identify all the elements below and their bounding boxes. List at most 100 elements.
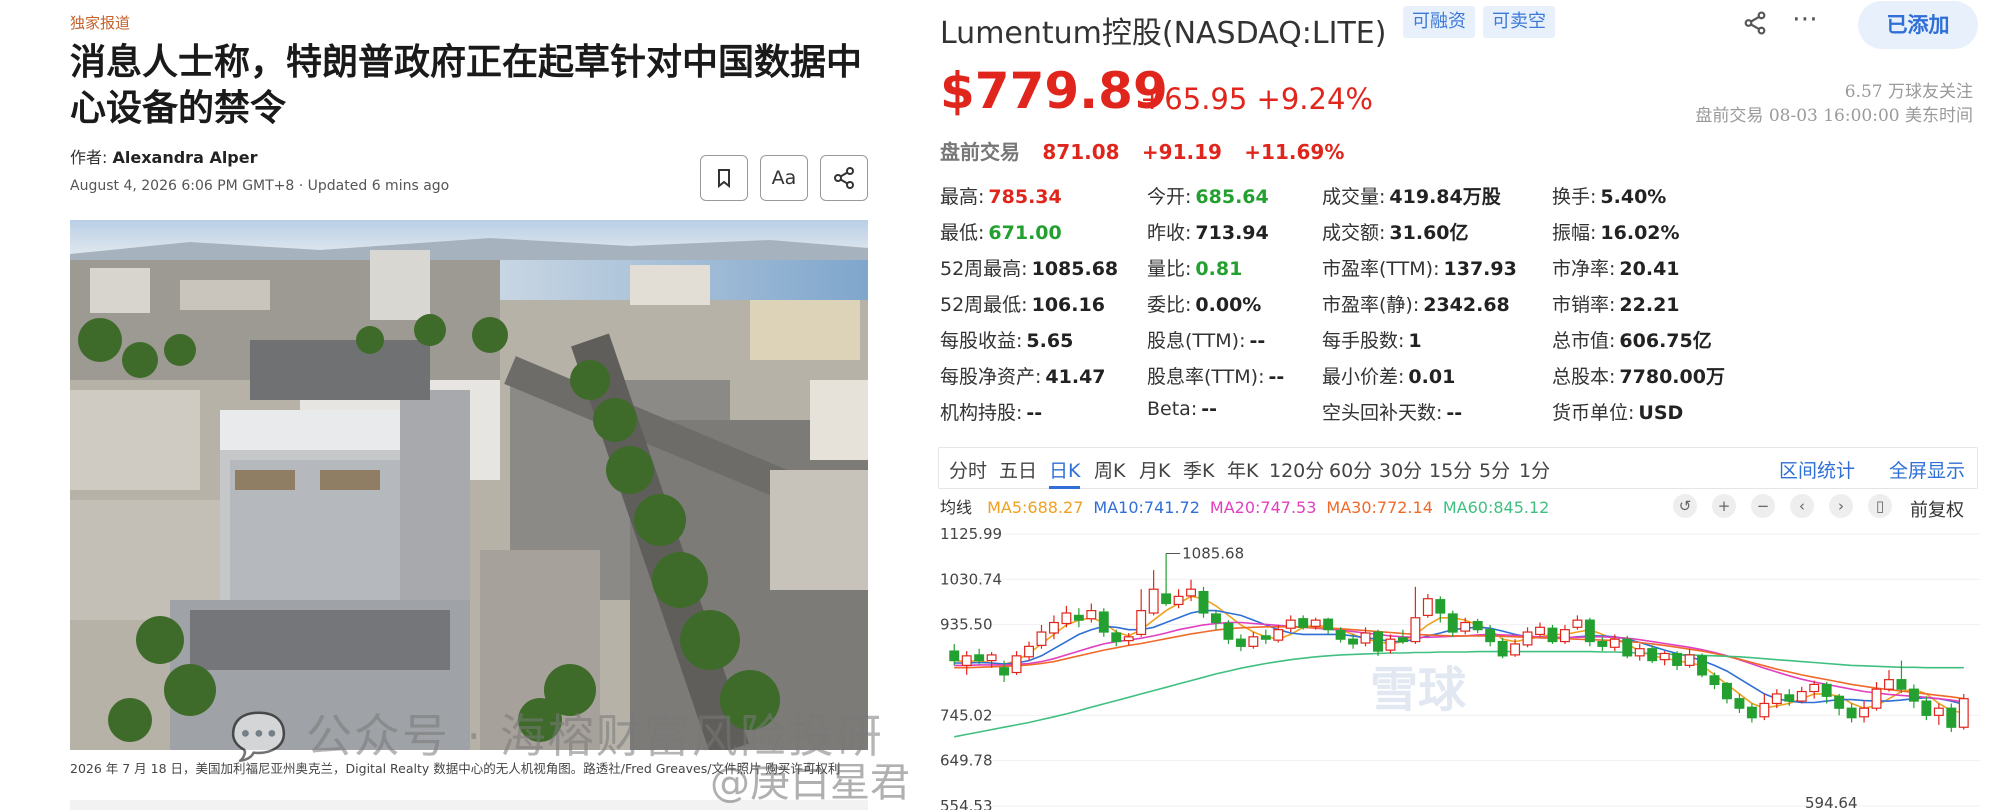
candle-body bbox=[974, 654, 985, 662]
candle-toggle-icon[interactable]: ▯ bbox=[1868, 494, 1892, 518]
y-tick-label: 1030.74 bbox=[940, 570, 1002, 588]
exclusive-tag[interactable]: 独家报道 bbox=[70, 12, 130, 33]
quote-key: 每股净资产: bbox=[940, 366, 1042, 388]
tab-period[interactable]: 5分 bbox=[1479, 456, 1510, 483]
author-name[interactable]: Alexandra Alper bbox=[113, 148, 258, 167]
tab-period[interactable]: 月K bbox=[1139, 456, 1170, 483]
font-size-button[interactable]: Aa bbox=[760, 155, 808, 201]
tab-period[interactable]: 分时 bbox=[949, 456, 987, 483]
candle bbox=[1746, 703, 1757, 723]
candle bbox=[1697, 653, 1707, 678]
candle bbox=[1472, 618, 1483, 633]
ma-legend-item: MA20:747.53 bbox=[1209, 498, 1317, 517]
short-pill[interactable]: 可卖空 bbox=[1483, 6, 1555, 38]
candle bbox=[1572, 615, 1583, 630]
candle-body bbox=[1024, 645, 1034, 658]
candle-body bbox=[1447, 613, 1458, 633]
tab-range-stats[interactable]: 区间统计 bbox=[1779, 456, 1855, 483]
zoom-in-icon[interactable]: + bbox=[1712, 494, 1736, 518]
candle-body bbox=[1759, 702, 1770, 718]
quote-key: 量比: bbox=[1147, 258, 1192, 280]
candle bbox=[961, 651, 972, 675]
tab-period[interactable]: 年K bbox=[1227, 456, 1258, 483]
candle bbox=[1722, 682, 1732, 704]
tab-period[interactable]: 季K bbox=[1183, 456, 1214, 483]
candle bbox=[1908, 684, 1919, 709]
tab-period[interactable]: 1分 bbox=[1519, 456, 1550, 483]
quote-cell: 市净率: 20.41 bbox=[1552, 254, 1680, 281]
candle-body bbox=[1123, 636, 1134, 642]
candle bbox=[1634, 643, 1645, 661]
reset-icon[interactable]: ↺ bbox=[1673, 494, 1697, 518]
candle bbox=[1846, 703, 1857, 723]
candle-body bbox=[1709, 675, 1720, 686]
tab-period[interactable]: 五日 bbox=[999, 456, 1037, 483]
candle-body bbox=[1497, 640, 1508, 657]
zoom-out-icon[interactable]: − bbox=[1751, 494, 1775, 518]
article-dateline: August 4, 2026 6:06 PM GMT+8 · Updated 6… bbox=[70, 178, 450, 194]
quote-cell: 每股净资产: 41.47 bbox=[940, 362, 1106, 389]
candle-body bbox=[1435, 599, 1446, 614]
quote-cell: 总股本: 7780.00万 bbox=[1552, 362, 1725, 389]
candle-body bbox=[1235, 638, 1246, 647]
wechat-icon: 💬 bbox=[230, 709, 290, 763]
candle bbox=[1622, 635, 1633, 659]
ma-legend-item: MA30:772.14 bbox=[1326, 498, 1433, 517]
quote-cell: 52周最低: 106.16 bbox=[940, 290, 1105, 317]
quote-key: 机构持股: bbox=[940, 402, 1023, 424]
quote-value: 31.60亿 bbox=[1389, 222, 1469, 244]
quote-key: 市销率: bbox=[1552, 294, 1616, 316]
candle-body bbox=[1472, 620, 1483, 631]
candle bbox=[1136, 589, 1147, 637]
tab-period[interactable]: 120分 bbox=[1269, 456, 1324, 483]
share-button[interactable] bbox=[820, 155, 868, 201]
candle bbox=[1410, 586, 1421, 644]
author-line: 作者: Alexandra Alper bbox=[70, 144, 258, 168]
tab-period[interactable]: 周K bbox=[1094, 456, 1125, 483]
candle-body bbox=[1161, 593, 1172, 605]
quote-key: 股息率(TTM): bbox=[1147, 366, 1265, 388]
quote-cell: 机构持股: -- bbox=[940, 398, 1042, 425]
tab-period[interactable]: 30分 bbox=[1379, 456, 1422, 483]
candle bbox=[1447, 610, 1458, 637]
candle bbox=[1659, 651, 1670, 666]
bookmark-button[interactable] bbox=[700, 155, 748, 201]
candle-body bbox=[1609, 638, 1620, 648]
margin-pill[interactable]: 可融资 bbox=[1403, 6, 1475, 38]
candle-body bbox=[1921, 700, 1932, 716]
candle-body bbox=[1647, 648, 1658, 662]
candle-body bbox=[1834, 695, 1845, 709]
tab-period[interactable]: 日K bbox=[1049, 456, 1081, 489]
stock-share-button[interactable] bbox=[1742, 10, 1768, 43]
prev-icon[interactable]: ‹ bbox=[1790, 494, 1814, 518]
candle bbox=[1223, 620, 1234, 644]
candle bbox=[1597, 636, 1608, 652]
adjust-mode-select[interactable]: 前复权 bbox=[1910, 496, 1964, 522]
candle bbox=[949, 643, 960, 666]
more-button[interactable]: ⋯ bbox=[1792, 4, 1818, 34]
quote-cell: 委比: 0.00% bbox=[1147, 290, 1261, 317]
tab-period[interactable]: 60分 bbox=[1329, 456, 1372, 483]
quote-key: Beta: bbox=[1147, 398, 1198, 420]
follow-button[interactable]: 已添加 bbox=[1858, 1, 1978, 49]
quote-key: 市盈率(静): bbox=[1322, 294, 1420, 316]
candle bbox=[1547, 624, 1558, 644]
quote-key: 每手股数: bbox=[1322, 330, 1405, 352]
next-icon[interactable]: › bbox=[1829, 494, 1853, 518]
quote-key: 今开: bbox=[1147, 186, 1192, 208]
candle bbox=[1933, 703, 1944, 725]
ma-legend-item: MA10:741.72 bbox=[1093, 498, 1200, 517]
tab-fullscreen[interactable]: 全屏显示 bbox=[1889, 456, 1965, 483]
quote-cell: 总市值: 606.75亿 bbox=[1552, 326, 1712, 353]
quote-key: 最高: bbox=[940, 186, 985, 208]
quote-value: -- bbox=[1026, 402, 1043, 424]
candle bbox=[1497, 637, 1508, 659]
candle-body bbox=[1771, 693, 1782, 705]
quote-key: 成交额: bbox=[1322, 222, 1386, 244]
author-label: 作者: bbox=[70, 148, 108, 167]
quote-value: -- bbox=[1268, 366, 1285, 388]
tab-period[interactable]: 15分 bbox=[1429, 456, 1472, 483]
candle-body bbox=[1697, 655, 1707, 676]
candle-body bbox=[1871, 688, 1882, 709]
candle-body bbox=[1634, 648, 1645, 657]
